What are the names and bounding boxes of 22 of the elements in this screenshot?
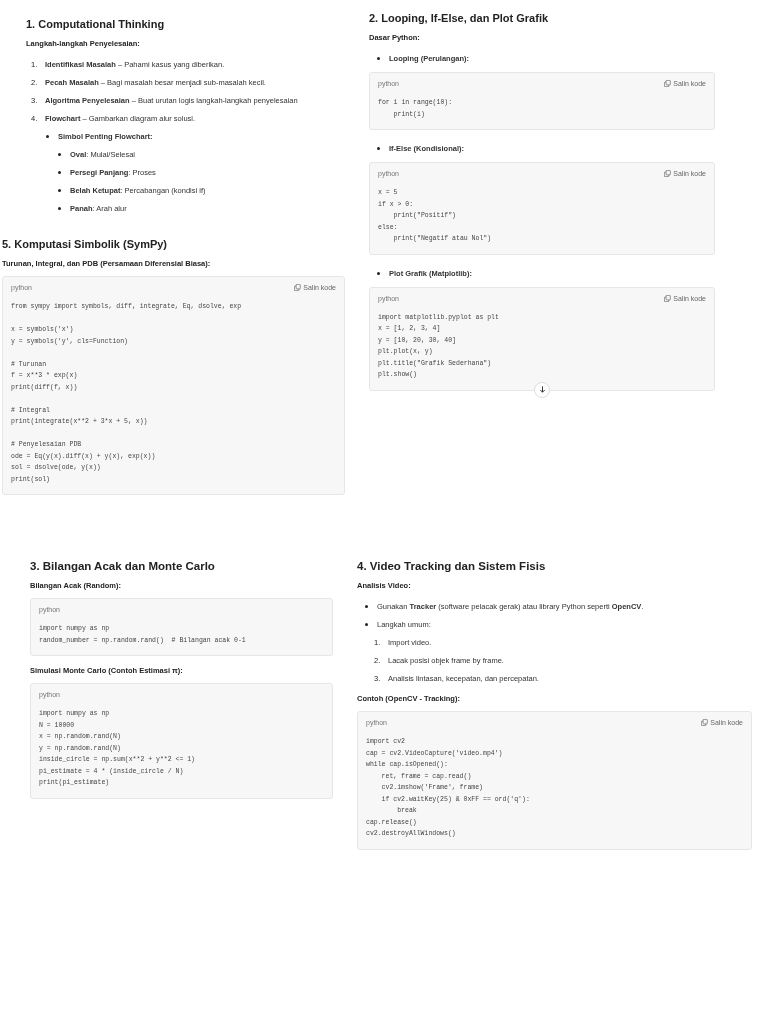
scroll-down-button[interactable] — [534, 381, 550, 398]
section-heading: 4. Video Tracking dan Sistem Fisis — [357, 560, 547, 572]
bullet-icon — [58, 207, 61, 210]
copy-icon — [701, 719, 709, 726]
copy-icon — [294, 284, 302, 291]
section-heading: 2. Looping, If-Else, dan Plot Grafik — [369, 12, 550, 24]
bullet-icon — [58, 153, 61, 156]
bullet-icon — [58, 189, 61, 192]
down-arrow-icon — [537, 385, 547, 394]
bullet-icon — [377, 271, 380, 275]
bullet-icon — [365, 605, 368, 608]
bullet-icon — [377, 57, 380, 60]
bullet-icon — [46, 135, 49, 138]
bullet-icon — [377, 147, 380, 150]
copy-icon — [664, 294, 672, 302]
section-heading: 3. Bilangan Acak dan Monte Carlo — [30, 560, 216, 572]
copy-icon — [664, 80, 672, 87]
bullet-icon — [58, 171, 61, 174]
copy-icon — [664, 170, 672, 177]
bullet-icon — [365, 623, 368, 626]
section-heading: 5. Komputasi Simbolik (SymPy) — [2, 238, 169, 250]
section-heading: 1. Computational Thinking — [26, 18, 166, 30]
